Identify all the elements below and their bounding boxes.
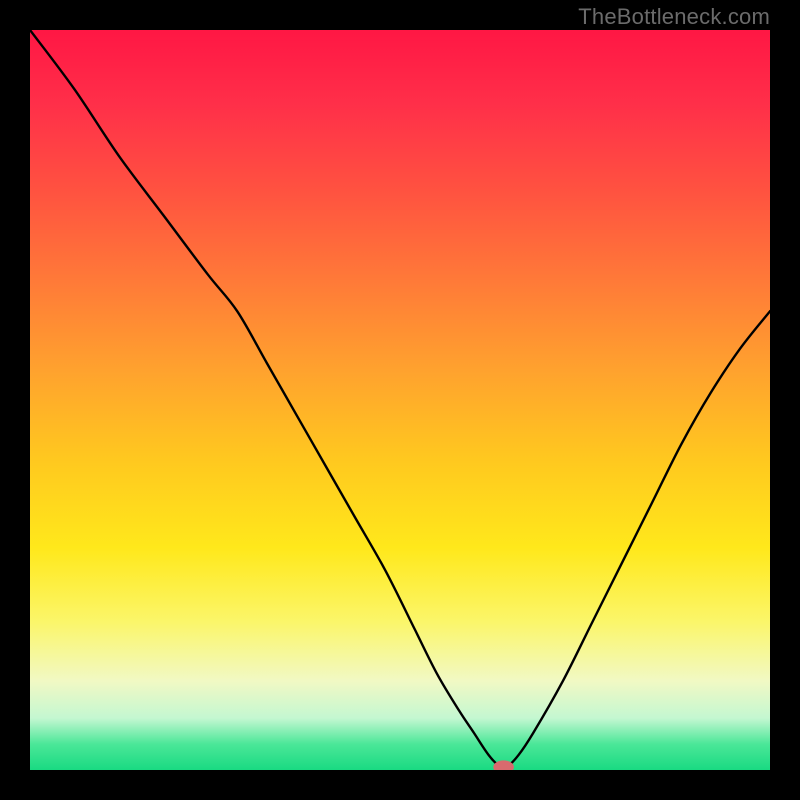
chart-svg [30, 30, 770, 770]
plot-area [30, 30, 770, 770]
chart-frame: TheBottleneck.com [0, 0, 800, 800]
watermark-text: TheBottleneck.com [578, 4, 770, 30]
gradient-background [30, 30, 770, 770]
